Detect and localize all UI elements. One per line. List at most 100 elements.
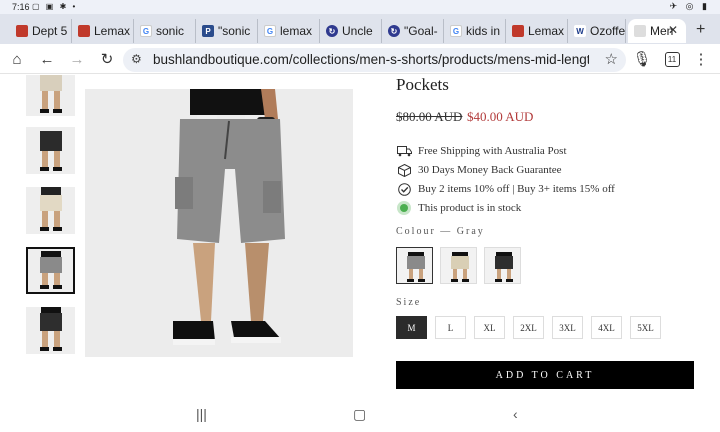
tab-2[interactable]: Lemax (72, 19, 134, 43)
shorts-photo-icon (40, 251, 62, 289)
size-option-xl[interactable]: XL (474, 316, 505, 339)
sync-favicon-icon: ↻ (326, 25, 338, 37)
stock-dot-icon (400, 204, 408, 212)
thumbnail-2[interactable] (26, 127, 75, 174)
colour-label: Colour — Gray (396, 226, 485, 237)
bookmark-star-icon[interactable]: ☆ (605, 50, 618, 68)
size-option-2xl[interactable]: 2XL (513, 316, 544, 339)
thumbnail-1[interactable] (26, 75, 75, 116)
shorts-photo-icon (40, 187, 62, 231)
home-icon[interactable]: ⌂ (8, 50, 26, 68)
status-bar: 7:16 ▢ ▣ ✱ • ✈ ◎ ▮ (0, 0, 720, 14)
reload-icon[interactable]: ↻ (98, 50, 116, 68)
box-icon (396, 163, 412, 177)
gray-cargo-shorts-photo-icon (173, 89, 285, 345)
tab-9[interactable]: Lemax (506, 19, 568, 43)
shorts-photo-icon (40, 75, 62, 113)
size-option-5xl[interactable]: 5XL (630, 316, 661, 339)
shorts-photo-icon (40, 131, 62, 171)
tab-10[interactable]: W Ozoffe (568, 19, 626, 43)
shorts-photo-icon (40, 307, 62, 351)
feature-text: Buy 2 items 10% off | Buy 3+ items 15% o… (418, 183, 615, 195)
page-favicon-icon (634, 25, 646, 37)
tab-label: "sonic (218, 24, 251, 38)
p-favicon-icon: P (202, 25, 214, 37)
feature-shipping: Free Shipping with Australia Post (396, 144, 567, 158)
size-option-4xl[interactable]: 4XL (591, 316, 622, 339)
google-favicon-icon: G (140, 25, 152, 37)
colour-swatch-black[interactable] (484, 247, 521, 284)
tab-label: "Goal- (404, 24, 438, 38)
tab-5[interactable]: G lemax (258, 19, 320, 43)
store-favicon-icon (16, 25, 28, 37)
product-title: Pockets (396, 75, 449, 94)
tab-strip: Dept 5 Lemax G sonic P "sonic G lemax ↻ … (0, 14, 720, 44)
new-tab-icon[interactable]: + (696, 21, 705, 39)
main-product-image[interactable] (85, 89, 353, 357)
home-nav-icon[interactable]: ▢ (353, 406, 366, 423)
recent-apps-icon[interactable]: ||| (196, 406, 207, 422)
system-status-icons: ✈ ◎ ▮ (669, 1, 710, 11)
address-bar[interactable]: ⚙ bushlandboutique.com/collections/men-s… (123, 48, 626, 72)
thumbnail-5[interactable] (26, 307, 75, 354)
size-label: Size (396, 297, 422, 308)
status-time: 7:16 (12, 2, 30, 12)
feature-stock: This product is in stock (396, 202, 521, 214)
back-icon[interactable]: ← (38, 50, 56, 68)
thumbnail-3[interactable] (26, 187, 75, 234)
forward-icon[interactable]: → (68, 50, 86, 68)
sale-price: $40.00 AUD (467, 109, 534, 124)
truck-icon (396, 144, 412, 158)
close-tab-icon[interactable]: ✕ (668, 23, 678, 37)
add-to-cart-button[interactable]: ADD TO CART (396, 361, 694, 389)
tab-label: kids in (466, 24, 501, 38)
size-option-m[interactable]: M (396, 316, 427, 339)
feature-text: This product is in stock (418, 202, 522, 214)
size-option-l[interactable]: L (435, 316, 466, 339)
microphone-icon[interactable]: 🎙 (632, 50, 651, 68)
google-favicon-icon: G (450, 25, 462, 37)
colour-swatch-gray[interactable] (396, 247, 433, 284)
feature-text: Free Shipping with Australia Post (418, 145, 567, 157)
colour-swatch-khaki[interactable] (440, 247, 477, 284)
feature-guarantee: 30 Days Money Back Guarantee (396, 163, 562, 177)
tab-8[interactable]: G kids in (444, 19, 506, 43)
browser-toolbar: ⌂ ← → ↻ ⚙ bushlandboutique.com/collectio… (0, 44, 720, 74)
menu-kebab-icon[interactable]: ⋮ (692, 50, 710, 68)
gray-shorts-photo-icon (407, 252, 425, 282)
tab-7[interactable]: ↻ "Goal- (382, 19, 444, 43)
google-favicon-icon: G (264, 25, 276, 37)
tab-label: Uncle (342, 24, 373, 38)
tab-6[interactable]: ↻ Uncle (320, 19, 382, 43)
store-favicon-icon (78, 25, 90, 37)
feature-text: 30 Days Money Back Guarantee (418, 164, 562, 176)
thumbnail-4-selected[interactable] (26, 247, 75, 294)
w-favicon-icon: W (574, 25, 586, 37)
sync-favicon-icon: ↻ (388, 25, 400, 37)
tab-4[interactable]: P "sonic (196, 19, 258, 43)
tab-label: Lemax (94, 24, 131, 38)
tab-label: sonic (156, 24, 185, 38)
tab-label: lemax (280, 24, 313, 38)
check-circle-icon (396, 182, 412, 196)
tab-active[interactable]: Men ✕ (628, 19, 686, 43)
site-settings-icon[interactable]: ⚙ (131, 52, 142, 66)
tab-label: Dept 5 (32, 24, 68, 38)
compare-at-price: $80.00 AUD (396, 109, 463, 124)
tab-switcher-button[interactable]: 11 (663, 50, 681, 68)
store-favicon-icon (512, 25, 524, 37)
khaki-shorts-photo-icon (451, 252, 469, 282)
tab-count: 11 (664, 51, 680, 67)
product-page: Pockets $80.00 AUD $40.00 AUD Free Shipp… (0, 75, 720, 397)
tab-1[interactable]: Dept 5 (10, 19, 72, 43)
back-nav-icon[interactable]: ‹ (513, 406, 518, 422)
tab-label: Lemax (528, 24, 565, 38)
system-nav-bar: ||| ▢ ‹ (0, 397, 720, 432)
url-text[interactable]: bushlandboutique.com/collections/men-s-s… (153, 52, 589, 67)
feature-discount: Buy 2 items 10% off | Buy 3+ items 15% o… (396, 182, 615, 196)
size-option-3xl[interactable]: 3XL (552, 316, 583, 339)
notification-icons: ▢ ▣ ✱ • (32, 2, 78, 11)
tab-3[interactable]: G sonic (134, 19, 196, 43)
tab-label: Ozoffe (590, 24, 626, 38)
black-shorts-photo-icon (495, 252, 513, 282)
